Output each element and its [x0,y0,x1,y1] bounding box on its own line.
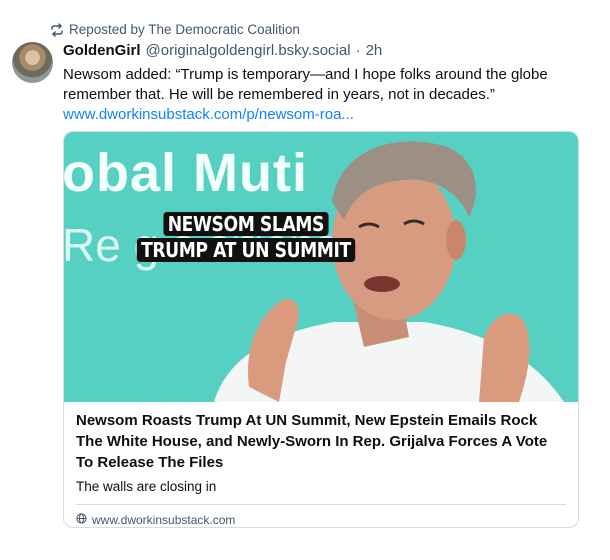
separator: · [355,42,361,59]
repost-icon [50,22,64,37]
post-header: GoldenGirl @originalgoldengirl.bsky.soci… [63,42,382,59]
card-title[interactable]: Newsom Roasts Trump At UN Summit, New Ep… [76,410,566,473]
card-domain: www.dworkinsubstack.com [76,505,566,527]
avatar[interactable] [12,42,53,83]
post-text: Newsom added: “Trump is temporary—and I … [63,65,583,125]
thumbnail-person [214,141,564,402]
caption-line-2: TRUMP AT UN SUMMIT [136,238,356,262]
card-domain-text: www.dworkinsubstack.com [92,513,236,527]
card-thumbnail: obal Muti Re g s sitions NEWSOM [64,132,578,402]
handle[interactable]: @originalgoldengirl.bsky.social [146,42,351,59]
caption-line-1: NEWSOM SLAMS [163,212,329,236]
link-card[interactable]: obal Muti Re g s sitions NEWSOM [63,131,579,528]
display-name[interactable]: GoldenGirl [63,42,141,59]
post-body: Newsom added: “Trump is temporary—and I … [63,66,548,103]
card-body: Newsom Roasts Trump At UN Summit, New Ep… [64,402,578,527]
repost-label: Reposted by The Democratic Coalition [69,22,300,37]
timestamp[interactable]: 2h [366,42,383,59]
thumbnail-caption: NEWSOM SLAMS TRUMP AT UN SUMMIT [119,212,373,262]
card-description: The walls are closing in [76,479,217,494]
repost-indicator[interactable]: Reposted by The Democratic Coalition [50,22,300,37]
globe-icon [76,513,87,527]
post-link[interactable]: www.dworkinsubstack.com/p/newsom-roa... [63,105,583,125]
